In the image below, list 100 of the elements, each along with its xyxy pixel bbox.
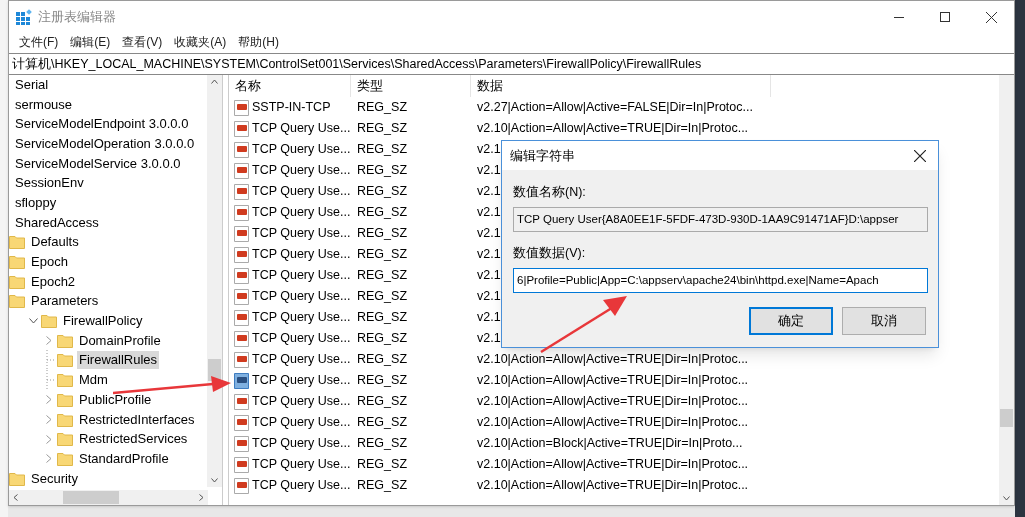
column-header[interactable]: 类型 [351,75,471,97]
value-name[interactable]: TCP Query Use... [252,182,351,201]
collapse-chevron-icon[interactable] [28,318,38,325]
dialog-button[interactable]: 取消 [842,307,926,335]
value-type: REG_SZ [356,309,408,327]
tree-item[interactable]: sfloppy [13,193,59,212]
value-name[interactable]: TCP Query Use... [252,392,351,411]
tree-item[interactable]: Epoch [29,253,70,272]
menu-item[interactable]: 编辑(E) [65,33,116,51]
scroll-down-icon [1003,496,1010,501]
value-data: v2.1 [476,246,501,264]
value-type: REG_SZ [356,456,408,474]
value-data: v2.10|Action=Allow|Active=TRUE|Dir=In|Protoc... [476,393,749,411]
tree-item[interactable]: DomainProfile [77,331,163,350]
value-type: REG_SZ [356,477,408,495]
menu-item[interactable]: 查看(V) [117,33,168,51]
tree-item[interactable]: Mdm [77,371,110,390]
vertical-scrollbar[interactable] [207,75,222,487]
horizontal-scrollbar[interactable] [9,490,208,505]
expand-chevron-icon[interactable] [46,434,52,444]
value-name[interactable]: TCP Query Use... [252,455,351,474]
address-bar[interactable]: 计算机\HKEY_LOCAL_MACHINE\SYSTEM\ControlSet001\Services\SharedAccess\Parameters\FirewallPolicy\FirewallRules [9,54,702,74]
menu-item[interactable]: 帮助(H) [233,33,284,51]
expand-chevron-icon[interactable] [46,415,52,425]
folder-icon [9,471,25,486]
tree-item[interactable]: Defaults [29,233,81,252]
registry-app-icon [16,9,32,25]
value-data: v2.10|Action=Allow|Active=TRUE|Dir=In|Protoc... [476,351,749,369]
value-name[interactable]: TCP Query Use... [252,476,351,495]
value-type: REG_SZ [356,435,408,453]
value-type: REG_SZ [356,99,408,117]
value-name[interactable]: TCP Query Use... [252,413,351,432]
scroll-up-icon [211,79,218,84]
value-type: REG_SZ [356,246,408,264]
scrollbar-thumb[interactable] [63,491,119,504]
dialog-title: 编辑字符串 [510,146,575,165]
value-name[interactable]: TCP Query Use... [252,140,351,159]
value-name[interactable]: TCP Query Use... [252,203,351,222]
folder-icon [57,333,73,348]
tree-item[interactable]: SharedAccess [13,213,101,232]
value-name[interactable]: TCP Query Use... [252,161,351,180]
value-type: REG_SZ [356,351,408,369]
field-label: 数值名称(N): [513,184,587,200]
column-header[interactable]: 数据 [471,75,771,97]
scroll-left-icon [13,494,18,501]
tree-item[interactable]: RestrictedServices [77,430,190,449]
tree-item[interactable]: SessionEnv [13,174,86,193]
value-data: v2.10|Action=Allow|Active=TRUE|Dir=In|Protoc... [476,414,749,432]
value-name[interactable]: TCP Query Use... [252,224,351,243]
tree-item[interactable]: RestrictedInterfaces [77,410,197,429]
expand-chevron-icon[interactable] [46,395,52,405]
maximize-icon [940,12,950,22]
value-type: REG_SZ [356,393,408,411]
value-data: v2.27|Action=Allow|Active=FALSE|Dir=In|Protoc... [476,99,753,117]
tree-item[interactable]: ServiceModelOperation 3.0.0.0 [13,134,197,153]
value-name[interactable]: TCP Query Use... [252,119,351,138]
folder-icon [9,274,25,289]
tree-item[interactable]: StandardProfile [77,449,171,468]
dialog-button[interactable]: 确定 [749,307,833,335]
expand-chevron-icon[interactable] [46,336,52,346]
close-icon [914,149,926,162]
value-name[interactable]: TCP Query Use... [252,245,351,264]
tree-item[interactable]: ServiceModelEndpoint 3.0.0.0 [13,115,191,134]
value-name[interactable]: TCP Query Use... [252,266,351,285]
value-name[interactable]: TCP Query Use... [252,434,351,453]
value-type: REG_SZ [356,120,408,138]
tree-item[interactable]: sermouse [13,95,75,114]
value-data: v2.1 [476,225,501,243]
value-name[interactable]: TCP Query Use... [252,308,351,327]
value-data-field[interactable]: 6|Profile=Public|App=C:\appserv\apache24\bin\httpd.exe|Name=Apach [513,268,928,293]
tree-item[interactable]: Serial [13,75,51,94]
value-name[interactable]: SSTP-IN-TCP [252,98,331,117]
tree-item[interactable]: FirewallPolicy [61,312,145,331]
value-name[interactable]: TCP Query Use... [252,287,351,306]
tree-item[interactable]: PublicProfile [77,390,154,409]
value-name[interactable]: TCP Query Use... [252,371,351,390]
folder-icon [9,294,25,309]
scrollbar-thumb[interactable] [208,359,221,381]
menu-item[interactable]: 收藏夹(A) [169,33,232,51]
tree-item[interactable]: Epoch2 [29,272,78,291]
value-type: REG_SZ [356,162,408,180]
tree-line-icon [44,370,54,391]
tree-item[interactable]: FirewallRules [77,351,160,370]
tree-item[interactable]: ServiceModelService 3.0.0.0 [13,154,183,173]
value-name[interactable]: TCP Query Use... [252,350,351,369]
value-data: v2.1 [476,288,501,306]
value-name-field[interactable]: TCP Query User{A8A0EE1F-5FDF-473D-930D-1AA9C91471AF}D:\appser [513,207,928,232]
expand-chevron-icon[interactable] [46,454,52,464]
menu-item[interactable]: 文件(F) [14,33,64,51]
tree-item[interactable]: Security [29,469,80,488]
folder-icon [57,353,73,368]
value-type: REG_SZ [356,372,408,390]
value-data: v2.1 [476,204,501,222]
scrollbar-thumb[interactable] [1000,409,1013,427]
vertical-scrollbar[interactable] [999,75,1014,505]
tree-item[interactable]: Parameters [29,292,101,311]
folder-icon [57,412,73,427]
value-name[interactable]: TCP Query Use... [252,329,351,348]
column-header[interactable]: 名称 [229,75,351,97]
value-type: REG_SZ [356,141,408,159]
